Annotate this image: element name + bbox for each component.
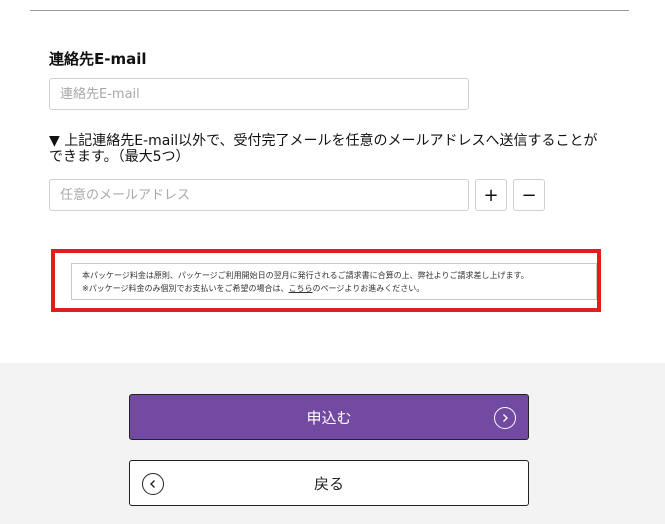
extra-email-note: ▼ 上記連絡先E-mail以外で、受付完了メールを任意のメールアドレスへ送信する… <box>49 133 598 165</box>
email-label: 連絡先E-mail <box>49 50 147 68</box>
notice-line-1: 本パッケージ料金は原則、パッケージご利用開始日の翌月に発行されるご請求書に合算の… <box>82 271 529 280</box>
notice-box: 本パッケージ料金は原則、パッケージご利用開始日の翌月に発行されるご請求書に合算の… <box>71 263 597 300</box>
notice-highlight-box: 本パッケージ料金は原則、パッケージご利用開始日の翌月に発行されるご請求書に合算の… <box>51 249 601 312</box>
notice-line-2: ※パッケージ料金のみ個別でお支払いをご希望の場合は、こちらのページよりお進みくだ… <box>82 282 596 295</box>
notice-line-2-prefix: ※パッケージ料金のみ個別でお支払いをご希望の場合は、 <box>82 284 289 293</box>
top-divider <box>30 10 629 11</box>
chevron-left-circle-icon <box>142 473 164 495</box>
extra-email-input[interactable] <box>49 179 469 211</box>
chevron-right-circle-icon <box>494 407 516 429</box>
remove-email-button[interactable]: − <box>513 179 545 211</box>
notice-line-2-suffix: のページよりお進みください。 <box>312 284 425 293</box>
add-email-button[interactable]: + <box>475 179 507 211</box>
back-button[interactable]: 戻る <box>129 460 529 506</box>
notice-link-here[interactable]: こちら <box>289 284 313 293</box>
submit-label: 申込む <box>306 408 352 427</box>
back-label: 戻る <box>313 474 344 493</box>
submit-button[interactable]: 申込む <box>129 394 529 440</box>
email-input[interactable] <box>49 78 469 110</box>
